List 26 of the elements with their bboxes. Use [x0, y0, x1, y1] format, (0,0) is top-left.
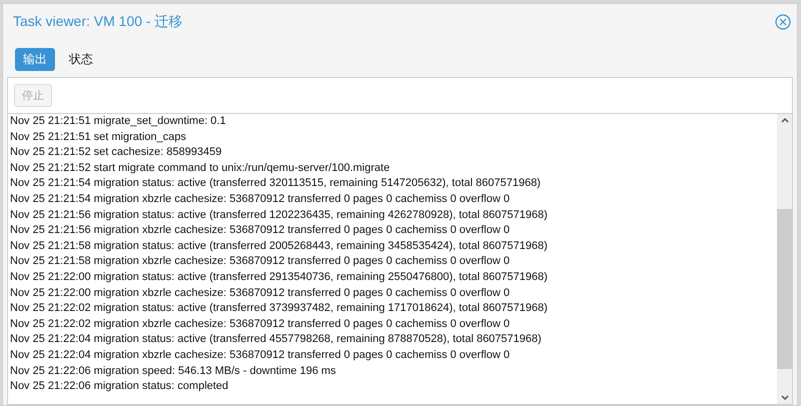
log-line: Nov 25 21:22:06 migration status: completed [10, 379, 230, 394]
log-line: Nov 25 21:21:58 migration xbzrle cachesize: 536870912 transferred 0 pages 0 cachemiss 0 overflow 0 [10, 254, 511, 270]
scrollbar-thumb[interactable] [777, 209, 792, 369]
tab[interactable]: 状态 [61, 48, 101, 71]
log-line: Nov 25 21:22:06 migration speed: 546.13 MB/s - downtime 196 ms [10, 364, 337, 378]
tab[interactable]: 输出 [15, 48, 55, 71]
log-line: Nov 25 21:21:51 set migration_caps [10, 130, 188, 145]
log-line: Nov 25 21:22:00 migration status: active (transferred 2913540736, remaining 2550476800), total 8607571968) [10, 270, 549, 285]
log-line: Nov 25 21:22:04 migration xbzrle cachesize: 536870912 transferred 0 pages 0 cachemiss 0 overflow 0 [10, 348, 511, 363]
log-line: Nov 25 21:22:02 migration xbzrle cachesize: 536870912 transferred 0 pages 0 cachemiss 0 overflow 0 [10, 316, 511, 332]
scrollbar[interactable] [777, 114, 792, 404]
log-line: Nov 25 21:21:54 migration status: active (transferred 320113515, remaining 5147205632), total 8607571968) [10, 176, 542, 192]
log-line: Nov 25 21:21:52 set cachesize: 858993459 [10, 145, 223, 160]
log-line: Nov 25 21:21:58 migration status: active (transferred 2005268443, remaining 3458535424), total 8607571968) [10, 238, 549, 254]
log-line: Nov 25 21:21:56 migration status: active (transferred 1202236435, remaining 4262780928), total 8607571968) [10, 208, 549, 223]
log-line: Nov 25 21:22:02 migration status: active (transferred 3739937482, remaining 1717018624), total 8607571968) [10, 301, 549, 316]
chevron-up-icon[interactable] [780, 118, 788, 123]
close-icon[interactable] [775, 14, 791, 30]
log-line: Nov 25 21:21:52 start migrate command to unix:/run/qemu-server/100.migrate [10, 160, 391, 176]
log-line: Nov 25 21:21:56 migration xbzrle cachesize: 536870912 transferred 0 pages 0 cachemiss 0 overflow 0 [10, 223, 511, 238]
window-title: Task viewer: VM 100 - 迁移 [13, 13, 183, 31]
chevron-down-icon[interactable] [780, 395, 788, 400]
log-line: Nov 25 21:22:04 migration status: active (transferred 4557798268, remaining 878870528), total 8607571968) [10, 332, 542, 348]
log-line: Nov 25 21:21:54 migration xbzrle cachesize: 536870912 transferred 0 pages 0 cachemiss 0 overflow 0 [10, 192, 511, 207]
log-line: Nov 25 21:21:51 migrate_set_downtime: 0.1 [10, 114, 227, 129]
log-line: Nov 25 21:22:00 migration xbzrle cachesize: 536870912 transferred 0 pages 0 cachemiss 0 overflow 0 [10, 286, 511, 301]
